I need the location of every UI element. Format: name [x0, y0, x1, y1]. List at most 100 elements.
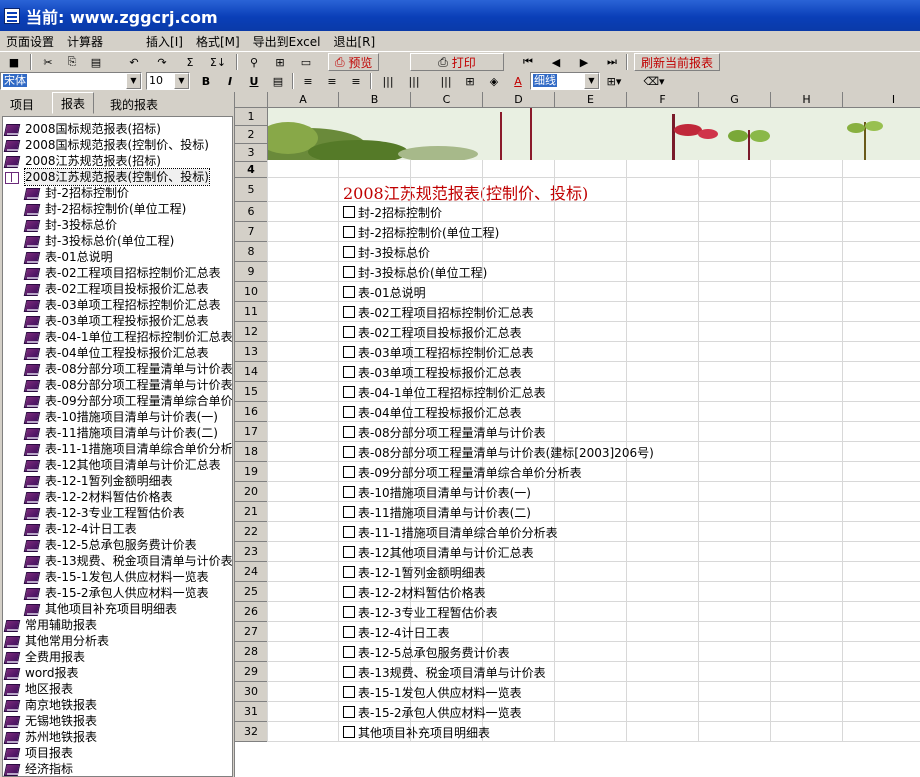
menu-page-setup[interactable]: 页面设置 — [0, 31, 61, 49]
column-header[interactable]: D — [483, 92, 555, 108]
tree-item[interactable]: word报表 — [5, 665, 79, 681]
tree-item[interactable]: 2008国标规范报表(招标) — [5, 121, 161, 137]
checkbox[interactable] — [343, 466, 355, 478]
border-style-select[interactable]: 细线 ▼ — [530, 72, 600, 90]
row-header[interactable]: 14 — [235, 362, 268, 382]
checkbox[interactable] — [343, 346, 355, 358]
tree-item[interactable]: 表-12-5总承包服务费计价表 — [25, 537, 197, 553]
row-header[interactable]: 15 — [235, 382, 268, 402]
row-header[interactable]: 11 — [235, 302, 268, 322]
row-header[interactable]: 10 — [235, 282, 268, 302]
menu-export-excel[interactable]: 导出到Excel — [247, 31, 328, 49]
report-checkbox-item[interactable]: 表-08分部分项工程量清单与计价表 — [343, 422, 546, 442]
tree-item[interactable]: 地区报表 — [5, 681, 73, 697]
tree-item[interactable]: 封-2招标控制价(单位工程) — [25, 201, 186, 217]
tree-item[interactable]: 项目报表 — [5, 745, 73, 761]
row-header[interactable]: 12 — [235, 322, 268, 342]
row-header[interactable]: 8 — [235, 242, 268, 262]
tree-item[interactable]: 全费用报表 — [5, 649, 85, 665]
checkbox[interactable] — [343, 686, 355, 698]
tree-item[interactable]: 其他项目补充项目明细表 — [25, 601, 177, 617]
column-header[interactable]: G — [699, 92, 771, 108]
row-header[interactable]: 17 — [235, 422, 268, 442]
wrap-icon[interactable]: ▤ — [268, 72, 288, 90]
checkbox[interactable] — [343, 526, 355, 538]
report-checkbox-item[interactable]: 封-3投标总价(单位工程) — [343, 262, 487, 282]
tree-item[interactable]: 表-12-4计日工表 — [25, 521, 137, 537]
column-header[interactable]: F — [627, 92, 699, 108]
tree-item[interactable]: 表-10措施项目清单与计价表(一) — [25, 409, 218, 425]
save-icon[interactable]: ■ — [4, 53, 24, 71]
tree-item[interactable]: 表-08分部分项工程量清单与计价表 — [25, 361, 232, 377]
last-page-icon[interactable]: ⏭ — [602, 53, 622, 71]
tree-item[interactable]: 表-15-2承包人供应材料一览表 — [25, 585, 209, 601]
tree-item[interactable]: 表-15-1发包人供应材料一览表 — [25, 569, 209, 585]
checkbox[interactable] — [343, 726, 355, 738]
row-header[interactable]: 22 — [235, 522, 268, 542]
checkbox[interactable] — [343, 206, 355, 218]
tree-item[interactable]: 表-11措施项目清单与计价表(二) — [25, 425, 218, 441]
row-header[interactable]: 30 — [235, 682, 268, 702]
undo-icon[interactable]: ↶ — [124, 53, 144, 71]
checkbox[interactable] — [343, 366, 355, 378]
copy-icon[interactable]: ⎘ — [62, 53, 82, 71]
tab-project[interactable]: 项目 — [2, 94, 42, 114]
next-page-icon[interactable]: ▶ — [574, 53, 594, 71]
checkbox[interactable] — [343, 606, 355, 618]
report-checkbox-item[interactable]: 表-12其他项目清单与计价汇总表 — [343, 542, 534, 562]
row-header[interactable]: 19 — [235, 462, 268, 482]
report-checkbox-item[interactable]: 表-13规费、税金项目清单与计价表 — [343, 662, 546, 682]
row-header[interactable]: 4 — [235, 162, 268, 178]
checkbox[interactable] — [343, 546, 355, 558]
row-header[interactable]: 20 — [235, 482, 268, 502]
report-checkbox-item[interactable]: 表-02工程项目招标控制价汇总表 — [343, 302, 534, 322]
checkbox[interactable] — [343, 246, 355, 258]
borders-icon[interactable]: ⊞▾ — [604, 72, 624, 90]
checkbox[interactable] — [343, 586, 355, 598]
report-checkbox-item[interactable]: 表-03单项工程招标控制价汇总表 — [343, 342, 534, 362]
checkbox[interactable] — [343, 266, 355, 278]
tree-item[interactable]: 其他常用分析表 — [5, 633, 109, 649]
tree-item[interactable]: 表-09分部分项工程量清单综合单价 — [25, 393, 232, 409]
report-checkbox-item[interactable]: 表-15-2承包人供应材料一览表 — [343, 702, 522, 722]
menu-insert[interactable]: 插入[I] — [140, 31, 190, 49]
checkbox[interactable] — [343, 626, 355, 638]
row-header[interactable]: 16 — [235, 402, 268, 422]
checkbox[interactable] — [343, 386, 355, 398]
checkbox[interactable] — [343, 486, 355, 498]
tree-item[interactable]: 南京地铁报表 — [5, 697, 97, 713]
tree-item[interactable]: 表-03单项工程招标控制价汇总表 — [25, 297, 221, 313]
menu-exit[interactable]: 退出[R] — [327, 31, 382, 49]
refresh-report-button[interactable]: 刷新当前报表 — [634, 53, 721, 71]
tree-item[interactable]: 封-3投标总价(单位工程) — [25, 233, 174, 249]
checkbox[interactable] — [343, 226, 355, 238]
tree-item[interactable]: 表-02工程项目投标报价汇总表 — [25, 281, 209, 297]
merge-icon[interactable]: ⊞ — [460, 72, 480, 90]
tab-my-reports[interactable]: 我的报表 — [102, 94, 166, 114]
checkbox[interactable] — [343, 706, 355, 718]
page-icon[interactable]: ▭ — [296, 53, 316, 71]
tree-item[interactable]: 2008江苏规范报表(控制价、投标) — [5, 168, 210, 186]
row-header[interactable]: 27 — [235, 622, 268, 642]
row-header[interactable]: 9 — [235, 262, 268, 282]
align-center-icon[interactable]: ≡ — [322, 72, 342, 90]
row-header[interactable]: 1 — [235, 108, 268, 126]
fill-color-icon[interactable]: ◈ — [484, 72, 504, 90]
column-header[interactable]: B — [339, 92, 411, 108]
tree-item[interactable]: 表-12其他项目清单与计价汇总表 — [25, 457, 221, 473]
tree-item[interactable]: 2008国标规范报表(控制价、投标) — [5, 137, 209, 153]
report-checkbox-item[interactable]: 表-04-1单位工程招标控制价汇总表 — [343, 382, 546, 402]
tree-item[interactable]: 表-08分部分项工程量清单与计价表 — [25, 377, 232, 393]
row-header[interactable]: 7 — [235, 222, 268, 242]
report-checkbox-item[interactable]: 表-08分部分项工程量清单与计价表(建标[2003]206号) — [343, 442, 654, 462]
align-left-icon[interactable]: ≡ — [298, 72, 318, 90]
row-header[interactable]: 25 — [235, 582, 268, 602]
tree-item[interactable]: 表-01总说明 — [25, 249, 113, 265]
bold-icon[interactable]: B — [196, 72, 216, 90]
column-header[interactable]: H — [771, 92, 843, 108]
font-name-select[interactable]: 宋体 ▼ — [0, 72, 142, 90]
corner-cell[interactable] — [235, 92, 268, 108]
tree-item[interactable]: 常用辅助报表 — [5, 617, 97, 633]
sum-icon[interactable]: Σ — [180, 53, 200, 71]
report-checkbox-item[interactable]: 表-03单项工程投标报价汇总表 — [343, 362, 522, 382]
